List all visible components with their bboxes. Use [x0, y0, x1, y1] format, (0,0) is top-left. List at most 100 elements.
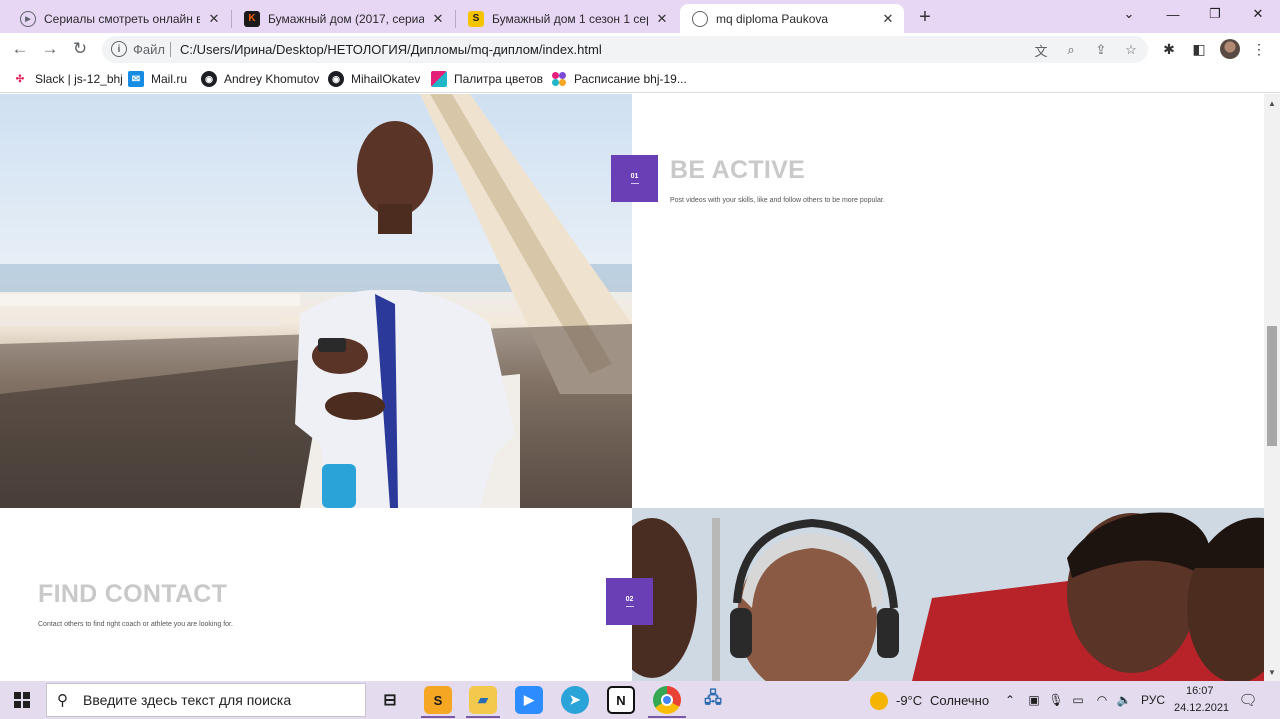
- avatar[interactable]: [1220, 39, 1240, 59]
- search-placeholder: Введите здесь текст для поиска: [83, 692, 292, 708]
- taskbar-search[interactable]: ⚲ Введите здесь текст для поиска: [46, 683, 366, 717]
- feature-title: FIND CONTACT: [38, 580, 228, 608]
- bookmark-mihail[interactable]: ◉ MihailOkatev: [328, 71, 420, 87]
- side-panel-icon[interactable]: ◧: [1190, 40, 1208, 58]
- reload-button[interactable]: ↻: [68, 37, 92, 61]
- bookmark-palette[interactable]: Палитра цветов: [431, 71, 543, 87]
- tab-title: mq diploma Paukova: [716, 11, 829, 26]
- translate-icon[interactable]: 文: [1032, 41, 1050, 59]
- info-icon[interactable]: i: [111, 41, 127, 57]
- weather-sun-icon[interactable]: [870, 692, 888, 710]
- bookmark-label: Slack | js-12_bhj: [35, 72, 123, 86]
- windows-start-icon[interactable]: [14, 692, 30, 708]
- notifications-icon[interactable]: 🗨: [1238, 692, 1257, 709]
- window-close-button[interactable]: ✕: [1243, 3, 1273, 25]
- play-icon: ▶: [20, 10, 36, 27]
- bookmark-andrey[interactable]: ◉ Andrey Khomutov: [201, 71, 319, 87]
- bookmark-label: MihailOkatev: [351, 72, 421, 86]
- bookmark-star-icon[interactable]: ☆: [1122, 41, 1140, 59]
- page-scrollbar[interactable]: ▲ ▼: [1264, 94, 1280, 681]
- app-active-indicator: [466, 716, 500, 718]
- bookmark-schedule[interactable]: Расписание bhj-19...: [551, 71, 687, 87]
- weather-condition[interactable]: Солнечно: [930, 693, 989, 708]
- app-active-indicator: [648, 716, 686, 718]
- browser-tab-3[interactable]: S Бумажный дом 1 сезон 1 серия ✕: [456, 4, 678, 33]
- menu-icon[interactable]: ⋮: [1250, 40, 1268, 58]
- badge-dash: [630, 183, 639, 184]
- slack-icon: ✣: [15, 73, 25, 85]
- feature-number-badge: 01: [611, 155, 658, 202]
- meet-now-icon[interactable]: ▣: [1026, 692, 1042, 708]
- browser-tab-2[interactable]: K Бумажный дом (2017, сериал, 5 ✕: [232, 4, 454, 33]
- search-icon: ⚲: [57, 692, 68, 709]
- minimize-button[interactable]: —: [1158, 3, 1188, 25]
- bookmark-label: Расписание bhj-19...: [574, 72, 687, 86]
- bookmark-label: Mail.ru: [151, 72, 188, 86]
- network-app-icon[interactable]: 🖧: [699, 686, 727, 714]
- back-button[interactable]: ←: [8, 37, 32, 61]
- bookmark-slack[interactable]: ✣ Slack | js-12_bhj: [12, 71, 123, 87]
- url-text[interactable]: C:/Users/Ирина/Desktop/НЕТОЛОГИЯ/Дипломы…: [180, 42, 602, 57]
- zoom-icon[interactable]: ⌕: [1062, 41, 1080, 59]
- task-view-icon[interactable]: ⊟: [376, 686, 404, 714]
- clock-date[interactable]: 24.12.2021: [1174, 702, 1229, 714]
- scroll-down-arrow-icon[interactable]: ▼: [1267, 667, 1277, 677]
- feature-number: 01: [630, 173, 639, 180]
- bookmark-label: Andrey Khomutov: [224, 72, 320, 86]
- scheme-label: Файл: [133, 42, 165, 57]
- language-indicator[interactable]: РУС: [1141, 693, 1165, 707]
- new-tab-button[interactable]: +: [914, 6, 936, 28]
- globe-icon: [692, 10, 708, 27]
- palette-icon: [431, 71, 447, 87]
- kinopoisk-icon: K: [244, 10, 260, 27]
- app-active-indicator: [421, 716, 455, 718]
- browser-tab-1[interactable]: ▶ Сериалы смотреть онлайн в хор ✕: [8, 4, 230, 33]
- github-icon: ◉: [201, 71, 217, 87]
- share-icon[interactable]: ⇪: [1092, 41, 1110, 59]
- notion-icon[interactable]: N: [607, 686, 635, 714]
- clock-time[interactable]: 16:07: [1186, 685, 1214, 697]
- battery-icon[interactable]: ▭: [1070, 692, 1086, 708]
- browser-tab-active[interactable]: mq diploma Paukova ✕: [680, 4, 904, 33]
- divider: [170, 42, 171, 57]
- microphone-icon[interactable]: 🎙: [1048, 692, 1064, 708]
- address-bar[interactable]: i Файл C:/Users/Ирина/Desktop/НЕТОЛОГИЯ/…: [102, 36, 1148, 63]
- chevron-up-icon[interactable]: ⌃: [1002, 692, 1018, 708]
- forward-button[interactable]: →: [38, 37, 62, 61]
- wifi-icon[interactable]: ◠: [1094, 692, 1110, 708]
- feature-number: 02: [625, 596, 634, 603]
- github-icon: ◉: [328, 71, 344, 87]
- close-icon[interactable]: ✕: [880, 11, 896, 27]
- feature-number-badge: 02: [606, 578, 653, 625]
- extensions-icon[interactable]: ✱: [1160, 40, 1178, 58]
- windows-taskbar: ⚲ Введите здесь текст для поиска ⊟ S ▰ ▶…: [0, 681, 1280, 719]
- page-viewport: 01 BE ACTIVE Post videos with your skill…: [0, 94, 1264, 681]
- browser-tab-strip: ▶ Сериалы смотреть онлайн в хор ✕ K Бума…: [0, 0, 1280, 33]
- scroll-up-arrow-icon[interactable]: ▲: [1267, 98, 1277, 108]
- s-icon: S: [468, 10, 484, 27]
- badge-dash: [625, 606, 634, 607]
- tab-title: Сериалы смотреть онлайн в хор: [44, 11, 200, 26]
- tab-search-button[interactable]: ⌄: [1114, 3, 1144, 25]
- volume-icon[interactable]: 🔈: [1116, 692, 1132, 708]
- telegram-icon[interactable]: ➤: [561, 686, 589, 714]
- close-icon[interactable]: ✕: [206, 11, 222, 27]
- close-icon[interactable]: ✕: [430, 11, 446, 27]
- maximize-button[interactable]: ❐: [1200, 3, 1230, 25]
- zoom-app-icon[interactable]: ▶: [515, 686, 543, 714]
- file-explorer-icon[interactable]: ▰: [469, 686, 497, 714]
- bookmark-mail[interactable]: ✉ Mail.ru: [128, 71, 187, 87]
- runner-photo: [0, 94, 632, 508]
- schedule-icon: [551, 71, 567, 87]
- feature-description: Contact others to find right coach or at…: [38, 621, 233, 628]
- bookmarks-bar: ✣ Slack | js-12_bhj ✉ Mail.ru ◉ Andrey K…: [0, 65, 1280, 93]
- close-icon[interactable]: ✕: [654, 11, 670, 27]
- tab-title: Бумажный дом (2017, сериал, 5: [268, 11, 424, 26]
- browser-toolbar: ← → ↻ i Файл C:/Users/Ирина/Desktop/НЕТО…: [0, 33, 1280, 65]
- feature-title: BE ACTIVE: [670, 156, 806, 184]
- sublime-icon[interactable]: S: [424, 686, 452, 714]
- weather-temperature[interactable]: -9°C: [896, 693, 922, 708]
- scrollbar-thumb[interactable]: [1267, 326, 1277, 446]
- chrome-icon[interactable]: [653, 686, 681, 714]
- mail-icon: ✉: [128, 71, 144, 87]
